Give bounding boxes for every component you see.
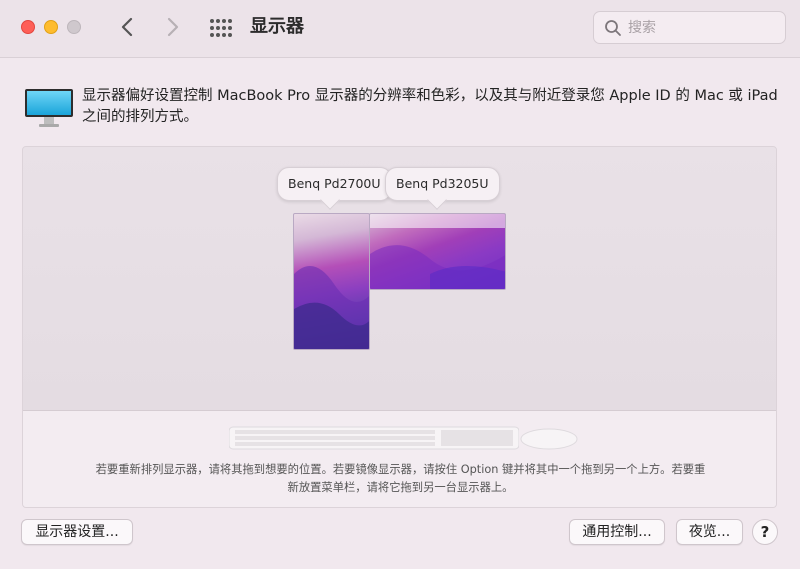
close-button[interactable] <box>21 20 35 34</box>
back-button[interactable] <box>114 14 140 40</box>
chevron-right-icon <box>167 17 179 37</box>
zoom-button[interactable] <box>67 20 81 34</box>
description-text: 显示器偏好设置控制 MacBook Pro 显示器的分辨率和色彩，以及其与附近登… <box>82 88 778 125</box>
window-title: 显示器 <box>250 16 304 37</box>
display-name-right: Benq Pd3205U <box>396 176 489 191</box>
arrangement-panel: Benq Pd2700U Benq Pd3205U 若要重新排列显示器，请将其拖… <box>22 146 777 508</box>
display-preferences-window: 显示器 显示器偏好设置控制 MacBook Pro 显示器的分辨率和色彩，以及其… <box>0 0 800 569</box>
arrangement-stage: Benq Pd2700U Benq Pd3205U <box>23 147 776 411</box>
display-thumbnail-benq-pd2700u[interactable] <box>293 213 370 350</box>
menu-bar-indicator[interactable] <box>370 214 505 228</box>
tooltip-arrow <box>320 190 340 210</box>
keyboard-icon <box>229 426 519 450</box>
show-all-button[interactable] <box>208 16 234 40</box>
display-label-right: Benq Pd3205U <box>385 167 500 210</box>
display-thumbnail-benq-pd3205u[interactable] <box>369 213 506 290</box>
display-icon <box>25 89 73 127</box>
search-field[interactable] <box>593 11 786 44</box>
night-shift-button[interactable]: 夜览... <box>676 519 743 545</box>
minimize-button[interactable] <box>44 20 58 34</box>
help-button[interactable]: ? <box>752 519 778 545</box>
wallpaper-left <box>294 266 369 349</box>
title-bar: 显示器 <box>0 0 800 58</box>
grid-icon <box>210 19 232 37</box>
mouse-icon <box>520 428 578 450</box>
display-settings-button[interactable]: 显示器设置... <box>21 519 133 545</box>
forward-button[interactable] <box>160 14 186 40</box>
display-label-left: Benq Pd2700U <box>277 167 392 210</box>
chevron-left-icon <box>121 17 133 37</box>
display-name-left: Benq Pd2700U <box>288 176 381 191</box>
universal-control-button[interactable]: 通用控制... <box>569 519 665 545</box>
search-input[interactable] <box>628 16 778 40</box>
peripheral-area: 若要重新排列显示器，请将其拖到想要的位置。若要镜像显示器，请按住 Option … <box>23 411 776 507</box>
tooltip-arrow <box>427 190 447 210</box>
arrangement-hint: 若要重新排列显示器，请将其拖到想要的位置。若要镜像显示器，请按住 Option … <box>95 463 706 494</box>
search-icon <box>605 20 621 36</box>
